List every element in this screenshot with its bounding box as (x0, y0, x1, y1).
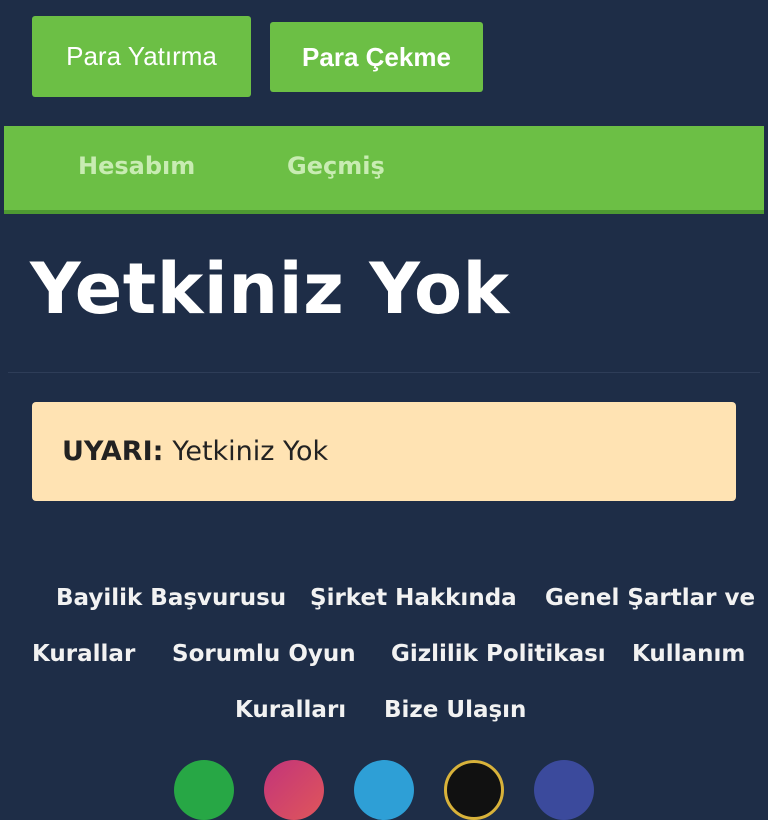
divider (8, 372, 760, 373)
warning-alert: UYARI: Yetkiniz Yok (32, 402, 736, 501)
main-nav: Hesabım Geçmiş (4, 126, 764, 214)
whatsapp-icon[interactable] (174, 760, 234, 820)
nav-account[interactable]: Hesabım (78, 152, 195, 180)
support-icon[interactable] (444, 760, 504, 820)
nav-history[interactable]: Geçmiş (287, 152, 385, 180)
footer-link-terms-2[interactable]: Kurallar (32, 641, 135, 667)
footer-link-contact[interactable]: Bize Ulaşın (384, 697, 526, 723)
deposit-button[interactable]: Para Yatırma (32, 16, 251, 97)
footer-link-about[interactable]: Şirket Hakkında (310, 585, 517, 611)
alert-label: UYARI: (62, 436, 164, 467)
footer-link-dealership[interactable]: Bayilik Başvurusu (56, 585, 286, 611)
withdraw-button[interactable]: Para Çekme (270, 22, 483, 92)
footer-link-usage-1[interactable]: Kullanım (632, 641, 745, 667)
footer-link-privacy[interactable]: Gizlilik Politikası (391, 641, 606, 667)
page-title: Yetkiniz Yok (30, 248, 510, 330)
footer-link-responsible[interactable]: Sorumlu Oyun (172, 641, 356, 667)
alert-message: Yetkiniz Yok (172, 436, 329, 467)
footer-link-usage-2[interactable]: Kuralları (235, 697, 346, 723)
footer-link-terms-1[interactable]: Genel Şartlar ve (545, 585, 755, 611)
instagram-icon[interactable] (264, 760, 324, 820)
facebook-icon[interactable] (534, 760, 594, 820)
telegram-icon[interactable] (354, 760, 414, 820)
